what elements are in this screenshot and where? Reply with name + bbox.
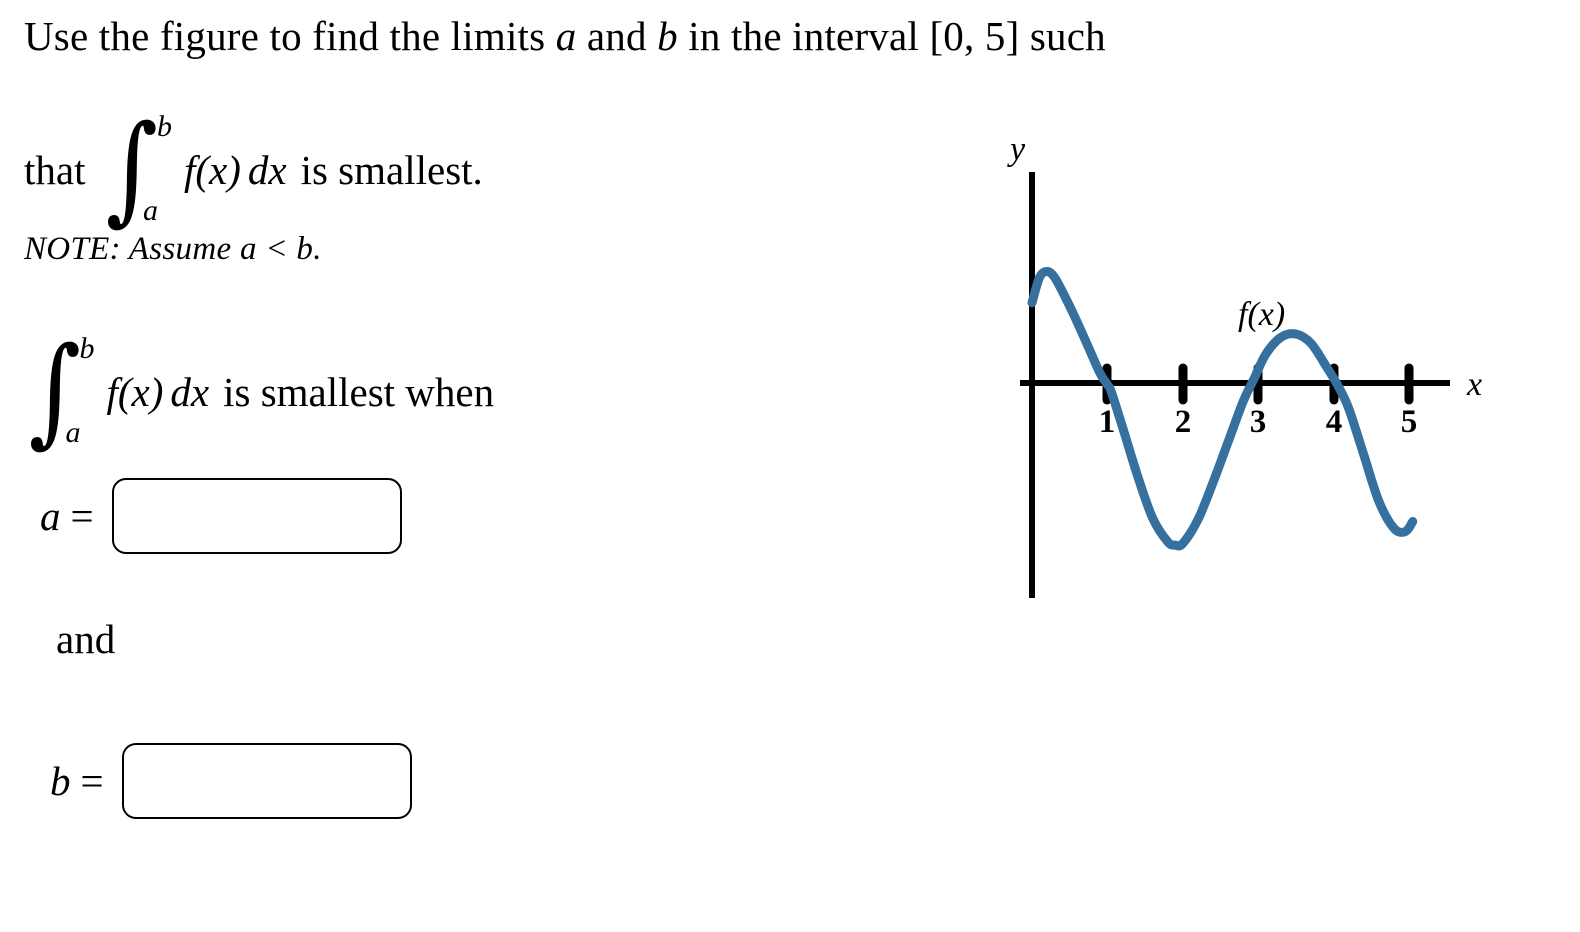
- equals-sign-a: =: [70, 493, 94, 539]
- integral-limits: b a: [143, 110, 172, 227]
- x-tick-label-3: 3: [1250, 404, 1267, 440]
- note-assume-a-less-than-b: NOTE: Assume a < b.: [24, 231, 322, 267]
- equals-sign-b: =: [80, 758, 104, 804]
- statement-line-3: ∫ b a f(x) dx is smallest when: [24, 331, 495, 449]
- integral-integrand: f(x) dx: [106, 368, 209, 416]
- x-tick-label-5: 5: [1401, 404, 1418, 440]
- answer-label-a: a =: [40, 492, 94, 540]
- integral-differential: dx: [170, 369, 210, 415]
- integral-upper-limit: b: [79, 332, 95, 365]
- integral-limits: b a: [65, 332, 94, 449]
- integral-lower-limit: a: [65, 416, 81, 449]
- statement-line-1-text-b: and: [576, 13, 658, 59]
- integrand-function: f(x): [106, 369, 164, 415]
- x-axis-tick-labels: 1 2 3 4 5: [1099, 404, 1418, 440]
- function-curve: [1027, 267, 1418, 551]
- x-tick-label-4: 4: [1326, 404, 1343, 440]
- curve-label-fx: f(x): [1238, 296, 1285, 333]
- integral-upper-limit: b: [156, 110, 172, 143]
- statement-lead-that: that: [24, 147, 86, 193]
- integrand-function: f(x): [183, 147, 241, 193]
- graph-svg: 1 2 3 4 5 y x f(x): [1007, 131, 1482, 598]
- answer-var-a: a: [40, 493, 61, 539]
- definite-integral-expression-2: ∫ b a f(x) dx: [24, 331, 209, 449]
- y-axis-label: y: [1007, 131, 1026, 168]
- integral-differential: dx: [247, 147, 287, 193]
- integral-lower-limit: a: [142, 194, 158, 227]
- statement-line-1-text-c: in the interval [0, 5] such: [677, 13, 1106, 59]
- x-axis-label: x: [1466, 366, 1482, 403]
- definite-integral-expression-1: ∫ b a f(x) dx: [101, 109, 287, 227]
- statement-var-b: b: [657, 13, 678, 59]
- answer-label-b: b =: [50, 757, 104, 805]
- statement-trail-1: is smallest.: [300, 147, 483, 193]
- answer-row-a: a =: [40, 478, 402, 554]
- statement-line-1-text-a: Use the figure to find the limits: [24, 13, 556, 59]
- answer-row-b: b =: [50, 743, 412, 819]
- x-tick-label-2: 2: [1175, 404, 1192, 440]
- statement-line-2: that ∫ b a f(x) dx is smallest.: [24, 109, 483, 227]
- statement-var-a: a: [555, 13, 577, 59]
- statement-trail-2: is smallest when: [223, 369, 495, 415]
- integral-integrand: f(x) dx: [184, 146, 287, 194]
- and-connector-label: and: [56, 616, 116, 662]
- answer-input-b[interactable]: [121, 743, 412, 819]
- answer-var-b: b: [50, 758, 71, 804]
- function-graph-figure: 1 2 3 4 5 y x f(x): [980, 120, 1520, 620]
- answer-input-a[interactable]: [111, 478, 402, 554]
- statement-line-1: Use the figure to find the limits a and …: [24, 16, 1106, 57]
